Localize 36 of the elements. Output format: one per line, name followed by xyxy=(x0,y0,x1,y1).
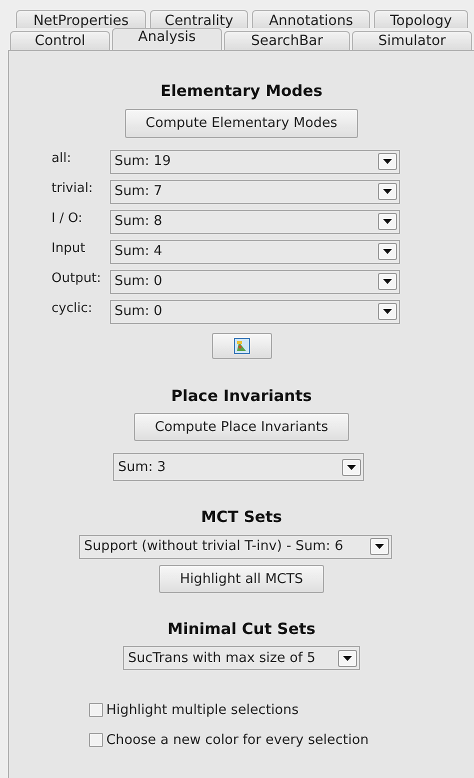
tab[interactable]: SearchBar xyxy=(224,31,350,50)
tab[interactable]: Control xyxy=(10,31,110,50)
compute-button[interactable]: Compute Elementary Modes xyxy=(124,109,358,138)
dropdown[interactable]: Sum: 19 xyxy=(110,150,400,174)
row-label: trivial: xyxy=(52,180,94,196)
dropdown[interactable]: SucTrans with max size of 5 xyxy=(123,646,360,670)
section-title: MCT Sets xyxy=(200,507,282,528)
section-title: Elementary Modes xyxy=(160,81,323,102)
checkbox[interactable] xyxy=(89,733,103,748)
dropdown[interactable]: Sum: 3 xyxy=(113,453,364,482)
row-label: Input xyxy=(52,240,86,256)
dropdown[interactable]: Sum: 0 xyxy=(110,270,400,294)
tab[interactable]: Analysis xyxy=(112,28,222,50)
checkbox[interactable] xyxy=(89,703,103,718)
section-title: Minimal Cut Sets xyxy=(168,618,316,640)
tab[interactable]: Annotations xyxy=(252,10,370,28)
tab[interactable]: Simulator xyxy=(352,31,472,50)
row-label: cyclic: xyxy=(52,300,94,316)
dropdown[interactable]: Support (without trivial T-inv) - Sum: 6 xyxy=(79,534,392,558)
image-button[interactable] xyxy=(212,332,272,359)
dropdown[interactable]: Sum: 0 xyxy=(110,300,400,324)
tab[interactable]: Centrality xyxy=(150,10,248,28)
tab[interactable]: Topology xyxy=(374,10,468,28)
checkbox-label: Choose a new color for every selection xyxy=(106,731,369,750)
chart-image-icon xyxy=(234,338,250,354)
row-label: all: xyxy=(52,150,72,166)
section-title: Place Invariants xyxy=(171,386,312,407)
tab[interactable]: NetProperties xyxy=(16,10,146,28)
compute-button[interactable]: Compute Place Invariants xyxy=(134,413,350,442)
checkbox-label: Highlight multiple selections xyxy=(106,701,299,720)
dropdown[interactable]: Sum: 7 xyxy=(110,180,400,204)
dropdown[interactable]: Sum: 4 xyxy=(110,240,400,264)
highlight-button[interactable]: Highlight all MCTS xyxy=(158,564,324,593)
row-label: I / O: xyxy=(52,210,84,226)
dropdown[interactable]: Sum: 8 xyxy=(110,210,400,234)
row-label: Output: xyxy=(52,270,102,286)
